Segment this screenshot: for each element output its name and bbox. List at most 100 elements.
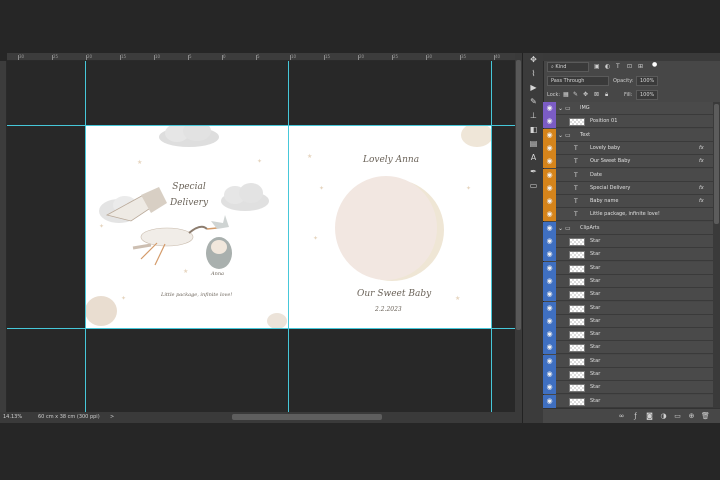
eye-icon[interactable]: ◉ bbox=[543, 288, 556, 302]
layer-row[interactable]: ◉ Star bbox=[543, 288, 713, 302]
eye-icon[interactable]: ◉ bbox=[543, 354, 556, 368]
layer-filter-kind[interactable]: ⌕ Kind bbox=[547, 62, 589, 72]
layer-row[interactable]: ◉ Position 01 bbox=[543, 115, 713, 129]
eye-icon[interactable]: ◉ bbox=[543, 155, 556, 169]
eye-icon[interactable]: ◉ bbox=[543, 261, 556, 275]
layer-name: IMG bbox=[580, 105, 590, 111]
brush-icon[interactable]: ✎ bbox=[527, 97, 540, 107]
zoom-level[interactable]: 14.13% bbox=[3, 412, 22, 423]
layer-row[interactable]: ◉ Star bbox=[543, 261, 713, 275]
ruler-vertical[interactable] bbox=[0, 61, 7, 412]
guide-vertical[interactable] bbox=[491, 61, 492, 420]
eye-icon[interactable]: ◉ bbox=[543, 235, 556, 248]
layer-row[interactable]: ◉ ⌄ ▭ ClipArts bbox=[543, 221, 713, 235]
eye-icon[interactable]: ◉ bbox=[543, 341, 556, 355]
chevron-down-icon[interactable]: ⌄ bbox=[558, 129, 563, 142]
eye-icon[interactable]: ◉ bbox=[543, 168, 556, 182]
layer-row[interactable]: ◉ Star bbox=[543, 368, 713, 381]
type-icon[interactable]: A bbox=[527, 153, 540, 163]
adjustment-icon[interactable]: ◑ bbox=[659, 412, 668, 421]
layer-row[interactable]: ◉ T Lovely baby fx bbox=[543, 141, 713, 155]
chevron-down-icon[interactable]: ⌄ bbox=[558, 102, 563, 115]
lock-position-icon[interactable]: ✥ bbox=[583, 91, 588, 99]
filter-adjustment-icon[interactable]: ◐ bbox=[605, 63, 610, 71]
filter-toggle-icon[interactable]: ● bbox=[652, 61, 657, 69]
eye-icon[interactable]: ◉ bbox=[543, 102, 556, 115]
guide-horizontal[interactable] bbox=[7, 125, 515, 126]
pen-icon[interactable]: ✒ bbox=[527, 167, 540, 177]
gradient-icon[interactable]: ▤ bbox=[527, 139, 540, 149]
layer-row[interactable]: ◉ T Little package, infinite love! bbox=[543, 208, 713, 222]
eye-icon[interactable]: ◉ bbox=[543, 208, 556, 222]
eye-icon[interactable]: ◉ bbox=[543, 301, 556, 315]
layer-row[interactable]: ◉ Star bbox=[543, 381, 713, 395]
mask-icon[interactable]: ◙ bbox=[645, 412, 654, 421]
layer-row[interactable]: ◉ Star bbox=[543, 354, 713, 368]
fx-icon[interactable]: fx bbox=[699, 155, 704, 168]
fx-icon[interactable]: fx bbox=[699, 142, 704, 155]
eye-icon[interactable]: ◉ bbox=[543, 248, 556, 262]
eye-icon[interactable]: ◉ bbox=[543, 195, 556, 209]
link-icon[interactable]: ∞ bbox=[617, 412, 626, 421]
layer-row[interactable]: ◉ Star bbox=[543, 301, 713, 315]
layer-row[interactable]: ◉ Star bbox=[543, 248, 713, 262]
opacity-input[interactable]: 100% bbox=[636, 76, 658, 86]
layer-name: Baby name bbox=[590, 198, 619, 205]
guide-horizontal[interactable] bbox=[7, 328, 515, 329]
lock-artboard-icon[interactable]: ⊠ bbox=[594, 91, 599, 99]
eye-icon[interactable]: ◉ bbox=[543, 141, 556, 155]
eye-icon[interactable]: ◉ bbox=[543, 128, 556, 142]
chevron-down-icon[interactable]: ⌄ bbox=[558, 222, 563, 235]
lock-all-icon[interactable]: 🔒︎ bbox=[605, 91, 608, 99]
status-menu-arrow[interactable]: > bbox=[110, 412, 114, 423]
eye-icon[interactable]: ◉ bbox=[543, 381, 556, 395]
fx-icon[interactable]: fx bbox=[699, 195, 704, 208]
layer-row[interactable]: ◉ T Special Delivery fx bbox=[543, 181, 713, 195]
new-layer-icon[interactable]: ⊕ bbox=[687, 412, 696, 421]
blend-mode-select[interactable]: Pass Through bbox=[547, 76, 609, 86]
lasso-icon[interactable]: ⌇ bbox=[527, 69, 540, 79]
text-our-sweet-baby: Our Sweet Baby bbox=[357, 289, 432, 299]
eye-icon[interactable]: ◉ bbox=[543, 314, 556, 328]
fx-icon[interactable]: fx bbox=[699, 182, 704, 195]
layer-row[interactable]: ◉ ⌄ ▭ IMG bbox=[543, 102, 713, 115]
eye-icon[interactable]: ◉ bbox=[543, 115, 556, 129]
eye-icon[interactable]: ◉ bbox=[543, 394, 556, 408]
fx-icon[interactable]: ƒ bbox=[631, 412, 640, 421]
eye-icon[interactable]: ◉ bbox=[543, 368, 556, 381]
layer-row[interactable]: ◉ Star bbox=[543, 314, 713, 328]
fill-input[interactable]: 100% bbox=[636, 90, 658, 100]
canvas-scroll-thumb-horizontal[interactable] bbox=[232, 414, 382, 420]
eye-icon[interactable]: ◉ bbox=[543, 181, 556, 195]
folder-icon[interactable]: ▭ bbox=[673, 412, 682, 421]
guide-vertical[interactable] bbox=[85, 61, 86, 420]
trash-icon[interactable]: 🗑︎ bbox=[701, 412, 710, 421]
layer-row[interactable]: ◉ Star bbox=[543, 328, 713, 342]
layers-scroll-thumb[interactable] bbox=[714, 104, 719, 224]
stamp-icon[interactable]: ⊥ bbox=[527, 111, 540, 121]
shape-icon[interactable]: ▭ bbox=[527, 181, 540, 191]
eye-icon[interactable]: ◉ bbox=[543, 328, 556, 342]
layer-row[interactable]: ◉ T Our Sweet Baby fx bbox=[543, 155, 713, 169]
filter-type-icon[interactable]: T bbox=[616, 63, 620, 71]
guide-vertical[interactable] bbox=[288, 61, 289, 420]
eraser-icon[interactable]: ◧ bbox=[527, 125, 540, 135]
ruler-horizontal[interactable]: 30252015105051015202530354045505560 bbox=[7, 53, 636, 61]
lock-paint-icon[interactable]: ✎ bbox=[573, 91, 578, 99]
layer-row[interactable]: ◉ Star bbox=[543, 394, 713, 408]
layer-row[interactable]: ◉ Star bbox=[543, 274, 713, 288]
lock-pixels-icon[interactable]: ▦ bbox=[563, 91, 569, 99]
filter-shape-icon[interactable]: ⊡ bbox=[627, 63, 632, 71]
layer-row[interactable]: ◉ T Date bbox=[543, 168, 713, 182]
play-icon[interactable]: ▶ bbox=[527, 83, 540, 93]
layer-row[interactable]: ◉ T Baby name fx bbox=[543, 195, 713, 209]
layer-row[interactable]: ◉ Star bbox=[543, 341, 713, 355]
canvas-scroll-thumb-vertical[interactable] bbox=[516, 60, 521, 330]
filter-smart-object-icon[interactable]: ⊞ bbox=[638, 63, 643, 71]
layer-row[interactable]: ◉ Star bbox=[543, 235, 713, 248]
move-icon[interactable]: ✥ bbox=[527, 55, 540, 65]
filter-pixel-icon[interactable]: ▣ bbox=[594, 63, 600, 71]
eye-icon[interactable]: ◉ bbox=[543, 221, 556, 235]
layer-row[interactable]: ◉ ⌄ ▭ Text bbox=[543, 128, 713, 142]
eye-icon[interactable]: ◉ bbox=[543, 274, 556, 288]
